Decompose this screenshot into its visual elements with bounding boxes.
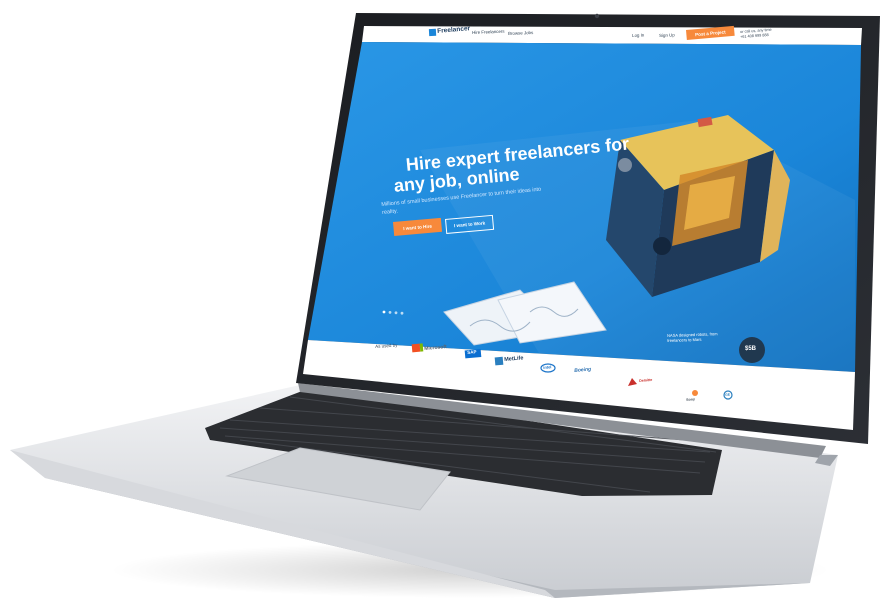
trust-logo-microsoft: Microsoft — [424, 344, 447, 352]
website: Freelancer Hire Freelancers Browse Jobs … — [0, 0, 887, 604]
trust-logo-metlife: MetLife — [504, 355, 524, 363]
signup-link[interactable]: Sign Up — [659, 32, 675, 38]
trust-label: As used by — [375, 342, 398, 349]
nav-link-hire[interactable]: Hire Freelancers — [472, 29, 505, 35]
work-button[interactable]: I want to Work — [445, 214, 495, 234]
trust-logo-intel: intel — [543, 364, 552, 370]
brand-logo[interactable]: Freelancer — [437, 25, 470, 35]
nasa-badge-text: $5B — [745, 346, 757, 352]
post-project-button[interactable]: Post a Project — [686, 25, 735, 40]
trust-logo-sap: SAP — [467, 349, 477, 355]
trust-logo-deloitte: Deloitte — [639, 377, 653, 383]
nav-link-browse[interactable]: Browse Jobs — [508, 30, 533, 36]
trust-logo-ge: GE — [725, 392, 731, 397]
contact-phone[interactable]: +61 408 999 888 — [740, 33, 769, 39]
nasa-text: NASA designed robots, from freelancers t… — [667, 331, 718, 343]
hire-button[interactable]: I want to Hire — [393, 217, 443, 236]
trust-logo-sony: Sony — [686, 397, 696, 402]
trust-logo-boeing: Boeing — [574, 366, 592, 374]
login-link[interactable]: Log In — [632, 33, 644, 38]
